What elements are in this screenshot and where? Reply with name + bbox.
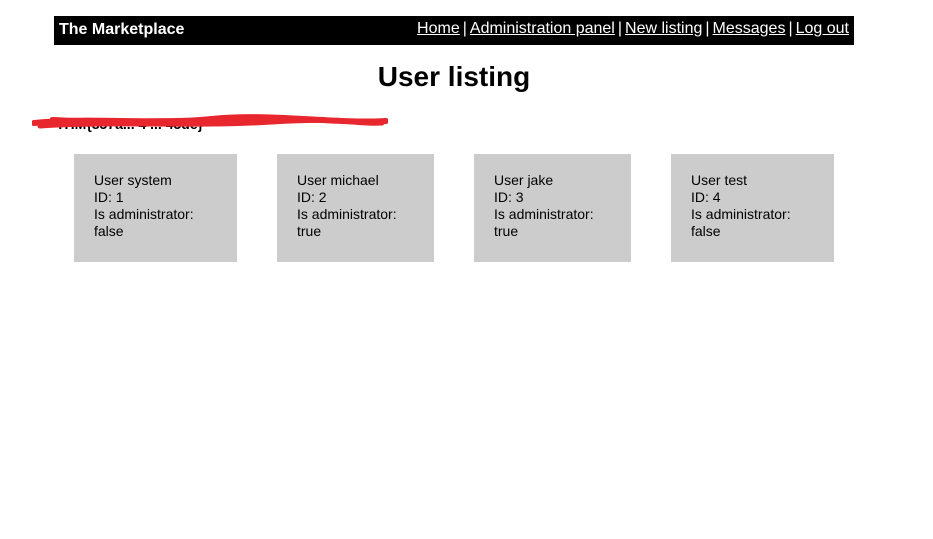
admin-value: false	[691, 223, 721, 239]
admin-value: true	[297, 223, 322, 239]
nav-separator: |	[788, 20, 793, 37]
admin-label: Is administrator:	[94, 206, 194, 222]
user-name: User jake	[494, 172, 554, 188]
admin-label: Is administrator:	[297, 206, 397, 222]
user-id: ID: 3	[494, 189, 524, 205]
top-navbar: The Marketplace Home | Administration pane…	[54, 16, 854, 45]
nav-link-messages[interactable]: Messages	[713, 20, 786, 37]
nav-link-home[interactable]: Home	[417, 20, 460, 37]
admin-label: Is administrator:	[691, 206, 791, 222]
page-title: User listing	[377, 61, 531, 92]
nav-separator: |	[462, 20, 467, 37]
user-card-test: User test ID: 4 Is administrator: false	[671, 154, 834, 262]
brand-title: The Marketplace	[59, 21, 185, 38]
user-id: ID: 2	[297, 189, 327, 205]
user-id: ID: 4	[691, 189, 721, 205]
user-card-system: User system ID: 1 Is administrator: fals…	[74, 154, 237, 262]
redaction-scribble	[32, 114, 388, 129]
nav-links: Home | Administration panel | New listing | Me…	[417, 19, 849, 39]
nav-separator: |	[617, 20, 623, 37]
user-card-jake: User jake ID: 3 Is administrator: true	[474, 154, 631, 262]
user-name: User system	[94, 172, 172, 188]
nav-link-log-out[interactable]: Log out	[796, 20, 849, 37]
admin-value: true	[494, 223, 519, 239]
user-name: User test	[691, 172, 748, 188]
admin-value: false	[94, 223, 124, 239]
nav-separator: |	[705, 20, 710, 37]
nav-link-administration-panel[interactable]: Administration panel	[470, 20, 615, 37]
nav-link-new-listing[interactable]: New listing	[625, 20, 702, 37]
user-card-michael: User michael ID: 2 Is administrator: tru…	[277, 154, 434, 262]
admin-label: Is administrator:	[494, 206, 594, 222]
user-name: User michael	[297, 172, 379, 188]
user-id: ID: 1	[94, 189, 124, 205]
